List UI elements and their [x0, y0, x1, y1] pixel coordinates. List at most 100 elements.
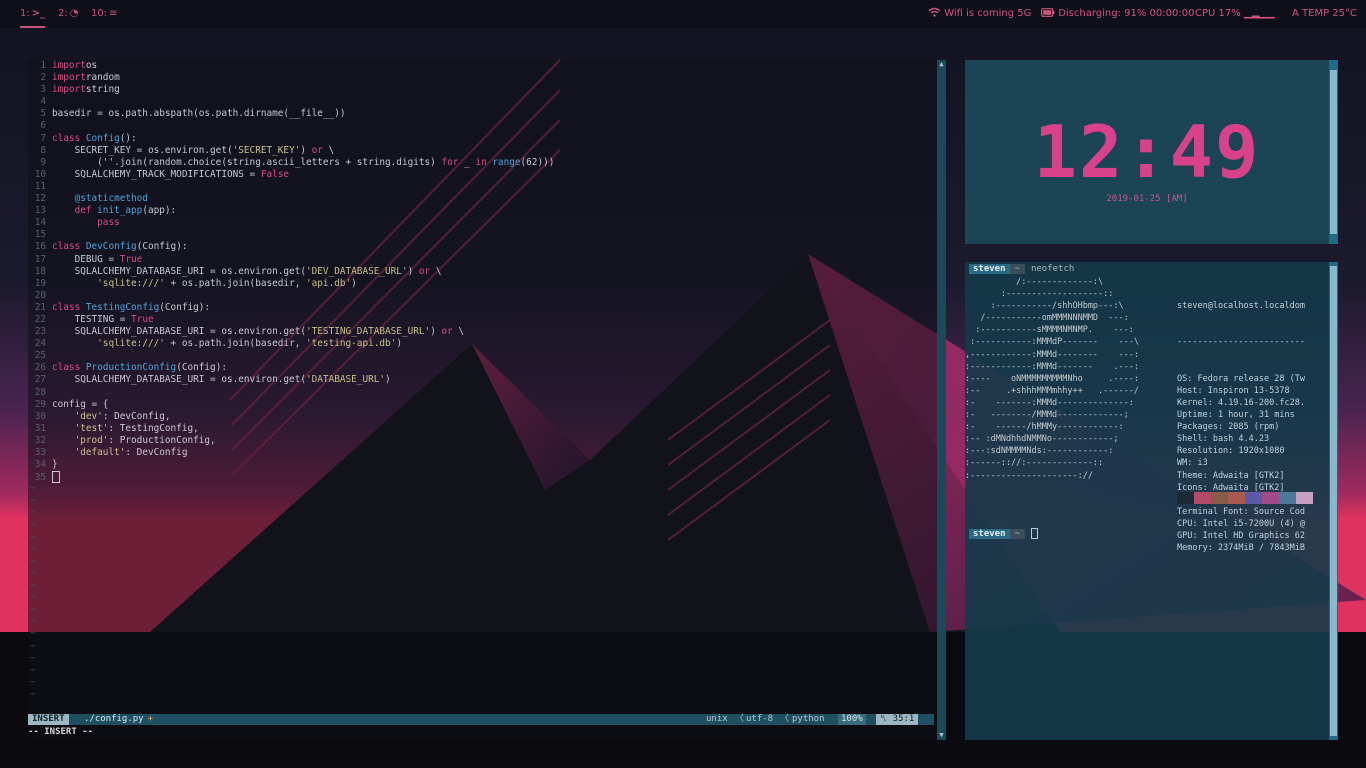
line-number: 4 — [40, 96, 46, 108]
workspace-number: 10: — [91, 8, 108, 19]
logo-line: :-- .+shhhMMMmhhy++ .------/ — [965, 385, 1139, 396]
vim-scrollbar[interactable]: ▲ ▼ — [937, 60, 946, 740]
code-token: : TestingConfig, — [108, 422, 199, 434]
code-line[interactable]: 19 'sqlite:///' + os.path.join(basedir, … — [28, 278, 938, 290]
code-line[interactable]: 12 @staticmethod — [28, 193, 938, 205]
code-line[interactable]: 30 'dev': DevConfig, — [28, 411, 938, 423]
info-value: 2085 (rpm) — [1228, 422, 1280, 433]
code-line[interactable]: 10 SQLALCHEMY_TRACK_MODIFICATIONS = Fals… — [28, 169, 938, 181]
empty-line-marker: ~ — [30, 664, 36, 676]
info-row: Uptime: 1 hour, 31 mins — [1177, 409, 1329, 421]
line-number: 27 — [34, 374, 46, 386]
info-separator: ------------------------- — [1177, 337, 1305, 348]
logo-line: :---- oNMMMMMMMMMNho .----: — [965, 373, 1139, 384]
info-value: Source Cod — [1253, 506, 1305, 517]
code-line[interactable]: 16 class DevConfig(Config): — [28, 241, 938, 253]
code-token: ) — [407, 265, 419, 277]
workspace-10[interactable]: 10: ≡ — [91, 0, 117, 28]
empty-line-marker: ~ — [30, 580, 36, 592]
code-line[interactable]: 29 config = { — [28, 399, 938, 411]
info-value: Inspiron 13-5378 — [1207, 385, 1290, 396]
logo-line: :-----------/shhOHbmp---:\ — [965, 301, 1124, 312]
code-line[interactable]: 9 (''.join(random.choice(string.ascii_le… — [28, 157, 938, 169]
code-line[interactable]: 4 — [28, 96, 938, 108]
code-line[interactable]: 28 — [28, 387, 938, 399]
workspace-2[interactable]: 2: ◔ — [58, 0, 78, 28]
code-token: @staticmethod — [52, 193, 148, 205]
scroll-thumb[interactable] — [1330, 70, 1337, 234]
empty-line-marker: ~ — [30, 543, 36, 555]
vim-cmdline[interactable]: -- INSERT -- — [28, 727, 93, 737]
code-line[interactable]: 22 TESTING = True — [28, 314, 938, 326]
vim-window[interactable]: 1 importos 2 importrandom 3 importstring 4 5 bas… — [28, 60, 947, 740]
code-line[interactable]: 20 — [28, 290, 938, 302]
code-line[interactable]: 32 'prod': ProductionConfig, — [28, 435, 938, 447]
code-line[interactable]: 6 — [28, 120, 938, 132]
code-line[interactable]: 14 pass — [28, 217, 938, 229]
code-line[interactable]: 2 importrandom — [28, 72, 938, 84]
line-number: 17 — [34, 253, 46, 265]
code-line[interactable]: 8 SECRET_KEY = os.environ.get('SECRET_KE… — [28, 145, 938, 157]
empty-line-marker: ~ — [30, 483, 36, 495]
spotify-icon: ≡ — [109, 8, 118, 19]
scroll-thumb[interactable] — [1330, 266, 1337, 736]
code-line[interactable]: 17 DEBUG = True — [28, 254, 938, 266]
scroll-up-icon[interactable]: ▲ — [937, 60, 946, 69]
code-token: TestingConfig — [85, 301, 160, 313]
line-number: 9 — [40, 156, 46, 168]
code-line[interactable]: 23 SQLALCHEMY_DATABASE_URI = os.environ.… — [28, 326, 938, 338]
code-line[interactable]: 33 'default': DevConfig — [28, 447, 938, 459]
line-number: 22 — [34, 313, 46, 325]
line-number: 29 — [34, 398, 46, 410]
empty-line-marker: ~ — [30, 592, 36, 604]
terminal-scrollbar[interactable] — [1329, 262, 1338, 740]
workspace-1[interactable]: 1: >_ — [20, 0, 46, 28]
code-token: (Config): — [159, 301, 211, 313]
clock-window[interactable]: 12:49 2019-01-25 [AM] — [965, 60, 1338, 244]
battery-status[interactable]: Discharging: 91% 00:00:00 — [1041, 0, 1194, 28]
code-line[interactable]: 34} — [28, 459, 938, 471]
code-line[interactable]: 5 basedir = os.path.abspath(os.path.dirna… — [28, 108, 938, 120]
code-line[interactable]: 26 class ProductionConfig(Config): — [28, 362, 938, 374]
code-line[interactable]: 18 SQLALCHEMY_DATABASE_URI = os.environ.… — [28, 266, 938, 278]
code-editor[interactable]: 1 importos 2 importrandom 3 importstring 4 5 bas… — [28, 60, 938, 701]
clock-scrollbar[interactable] — [1329, 60, 1338, 244]
scroll-down-icon[interactable]: ▼ — [937, 731, 946, 740]
temp-status[interactable]: A TEMP 25°C — [1292, 0, 1357, 28]
code-token: \ — [452, 326, 465, 338]
code-line[interactable]: 3 importstring — [28, 84, 938, 96]
color-swatch — [1279, 492, 1296, 504]
code-token: } — [52, 459, 58, 471]
empty-line-marker: ~ — [30, 567, 36, 579]
logo-line: :------------:MMMd------- .---: — [965, 361, 1139, 372]
wifi-icon — [928, 7, 941, 17]
code-line[interactable]: 21 class TestingConfig(Config): — [28, 302, 938, 314]
file-name: ./config.py + — [84, 714, 153, 725]
wifi-status[interactable]: Wifi is coming 5G — [928, 0, 1031, 28]
code-line[interactable]: 15 — [28, 229, 938, 241]
code-line[interactable]: 27 SQLALCHEMY_DATABASE_URI = os.environ.… — [28, 374, 938, 386]
code-token: \ — [322, 144, 335, 156]
code-line[interactable]: 11 — [28, 181, 938, 193]
cpu-status[interactable]: CPU 17% ▁▂▁▁ — [1195, 0, 1275, 28]
code-token: 'dev' — [52, 410, 103, 422]
code-line[interactable]: 1 importos — [28, 60, 938, 72]
code-token: : DevConfig — [125, 447, 188, 458]
line-number: 14 — [34, 217, 46, 229]
code-line[interactable]: 35 — [28, 471, 938, 484]
code-token: ProductionConfig — [85, 362, 177, 374]
info-row: WM: i3 — [1177, 457, 1329, 469]
fedora-logo: /:-------------:\ :-------------------::… — [965, 276, 1139, 482]
terminal-window[interactable]: steven ~ neofetch /:-------------:\ :-----… — [965, 262, 1338, 740]
code-line[interactable]: 24 'sqlite:///' + os.path.join(basedir, … — [28, 338, 938, 350]
code-line[interactable]: 25 — [28, 350, 938, 362]
top-bar: 1: >_ 2: ◔ 10: ≡ Wifi is coming 5G Discharg… — [0, 0, 1366, 28]
code-line[interactable]: 7 class Config(): — [28, 133, 938, 145]
code-line[interactable]: 31 'test': TestingConfig, — [28, 423, 938, 435]
color-swatch — [1262, 492, 1279, 504]
info-value: 4.19.16-200.fc28. — [1217, 397, 1305, 408]
line-number: 12 — [34, 193, 46, 205]
prompt-line[interactable]: steven ~ — [969, 528, 1038, 540]
temp-label: A TEMP 25°C — [1292, 8, 1357, 19]
code-line[interactable]: 13 def init_app(app): — [28, 205, 938, 217]
